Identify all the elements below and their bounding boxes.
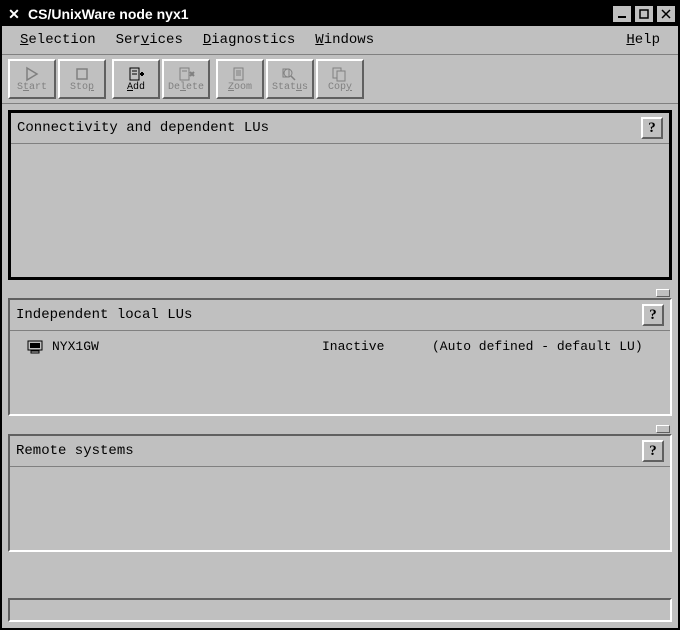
local-lus-panel[interactable]: Independent local LUs ? NYX1GW Inactive … bbox=[8, 298, 672, 416]
stop-icon bbox=[73, 66, 91, 82]
minimize-button[interactable] bbox=[612, 5, 632, 23]
stop-label: Stop bbox=[70, 83, 94, 93]
remote-systems-title: Remote systems bbox=[16, 443, 642, 459]
connectivity-header: Connectivity and dependent LUs ? bbox=[11, 113, 669, 144]
statusbar bbox=[8, 598, 672, 622]
remote-systems-header: Remote systems ? bbox=[10, 436, 670, 467]
lu-description: (Auto defined - default LU) bbox=[432, 339, 654, 354]
toolbar: Start Stop Add Delete Zoom bbox=[2, 55, 678, 104]
resize-handle-1 bbox=[8, 288, 672, 298]
close-icon bbox=[661, 9, 671, 19]
main-window: ✕ CS/UnixWare node nyx1 Selection Servic… bbox=[0, 0, 680, 630]
maximize-button[interactable] bbox=[634, 5, 654, 23]
resize-grip[interactable] bbox=[656, 289, 670, 297]
menu-windows[interactable]: Windows bbox=[305, 30, 384, 50]
titlebar: ✕ CS/UnixWare node nyx1 bbox=[2, 2, 678, 26]
delete-button[interactable]: Delete bbox=[162, 59, 210, 99]
status-label: Status bbox=[272, 83, 308, 93]
menubar: Selection Services Diagnostics Windows H… bbox=[2, 26, 678, 55]
list-item[interactable]: NYX1GW Inactive (Auto defined - default … bbox=[16, 337, 664, 356]
window-title: CS/UnixWare node nyx1 bbox=[24, 6, 612, 22]
local-lus-title: Independent local LUs bbox=[16, 307, 642, 323]
start-button[interactable]: Start bbox=[8, 59, 56, 99]
connectivity-title: Connectivity and dependent LUs bbox=[17, 120, 641, 136]
start-label: Start bbox=[17, 83, 47, 93]
copy-button[interactable]: Copy bbox=[316, 59, 364, 99]
local-lus-header: Independent local LUs ? bbox=[10, 300, 670, 331]
zoom-label: Zoom bbox=[228, 83, 252, 93]
computer-icon bbox=[26, 340, 44, 354]
menu-selection[interactable]: Selection bbox=[10, 30, 106, 50]
delete-label: Delete bbox=[168, 83, 204, 93]
remote-systems-body[interactable] bbox=[10, 467, 670, 550]
connectivity-body[interactable] bbox=[11, 144, 669, 277]
local-lus-body[interactable]: NYX1GW Inactive (Auto defined - default … bbox=[10, 331, 670, 414]
copy-label: Copy bbox=[328, 83, 352, 93]
close-button[interactable] bbox=[656, 5, 676, 23]
add-button[interactable]: Add bbox=[112, 59, 160, 99]
lu-name: NYX1GW bbox=[52, 339, 322, 354]
resize-grip[interactable] bbox=[656, 425, 670, 433]
menu-help[interactable]: Help bbox=[616, 30, 670, 50]
maximize-icon bbox=[639, 9, 649, 19]
remote-systems-panel[interactable]: Remote systems ? bbox=[8, 434, 672, 552]
connectivity-help-button[interactable]: ? bbox=[641, 117, 663, 139]
minimize-icon bbox=[617, 9, 627, 19]
content-area: Connectivity and dependent LUs ? Indepen… bbox=[2, 104, 678, 594]
local-lus-help-button[interactable]: ? bbox=[642, 304, 664, 326]
copy-icon bbox=[331, 66, 349, 82]
delete-icon bbox=[177, 66, 195, 82]
add-icon bbox=[127, 66, 145, 82]
lu-status: Inactive bbox=[322, 339, 432, 354]
zoom-icon bbox=[231, 66, 249, 82]
system-menu-button[interactable]: ✕ bbox=[4, 6, 24, 23]
add-label: Add bbox=[127, 83, 145, 93]
status-button[interactable]: Status bbox=[266, 59, 314, 99]
status-icon bbox=[281, 66, 299, 82]
zoom-button[interactable]: Zoom bbox=[216, 59, 264, 99]
menu-diagnostics[interactable]: Diagnostics bbox=[193, 30, 305, 50]
remote-systems-help-button[interactable]: ? bbox=[642, 440, 664, 462]
start-icon bbox=[23, 66, 41, 82]
window-controls bbox=[612, 5, 676, 23]
resize-handle-2 bbox=[8, 424, 672, 434]
menu-services[interactable]: Services bbox=[106, 30, 193, 50]
stop-button[interactable]: Stop bbox=[58, 59, 106, 99]
connectivity-panel[interactable]: Connectivity and dependent LUs ? bbox=[8, 110, 672, 280]
